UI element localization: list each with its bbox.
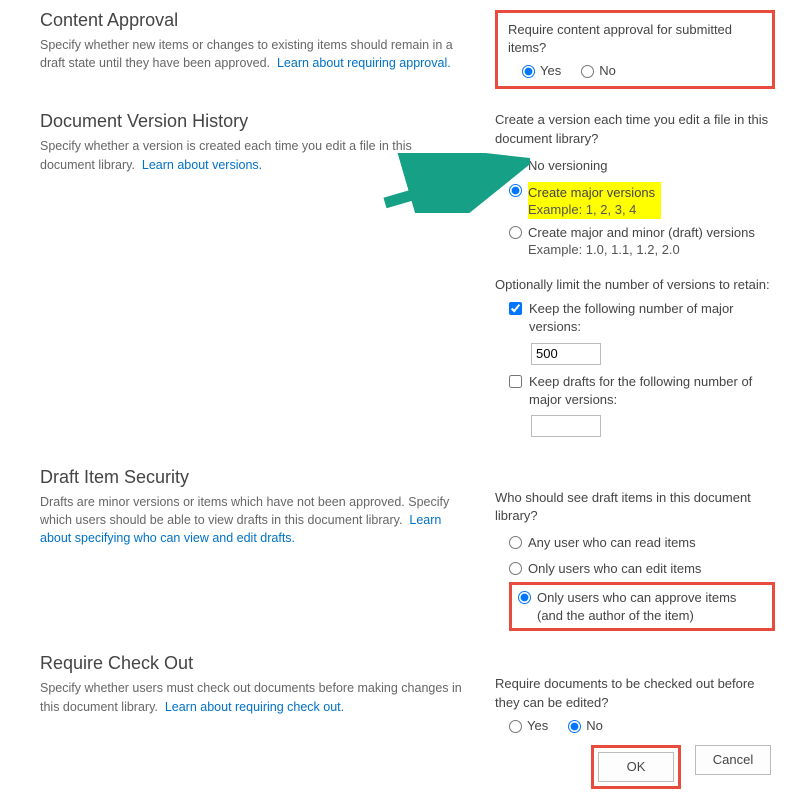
version-history-title: Document Version History bbox=[40, 111, 465, 132]
versioning-none-option[interactable]: No versioning bbox=[509, 154, 775, 178]
cancel-button[interactable]: Cancel bbox=[695, 745, 771, 775]
section-content-approval: Content Approval Specify whether new ite… bbox=[40, 10, 775, 89]
version-history-desc: Specify whether a version is created eac… bbox=[40, 137, 465, 173]
checkout-no-option[interactable]: No bbox=[568, 718, 603, 733]
content-approval-question: Require content approval for submitted i… bbox=[508, 21, 762, 57]
check-out-question: Require documents to be checked out befo… bbox=[495, 675, 775, 711]
keep-draft-row: Keep drafts for the following number of … bbox=[509, 373, 775, 409]
versioning-majorminor-option[interactable]: Create major and minor (draft) versions … bbox=[509, 221, 775, 262]
content-approval-no-radio[interactable] bbox=[581, 65, 594, 78]
versioning-major-option[interactable]: Create major versions Example: 1, 2, 3, … bbox=[509, 179, 775, 219]
versioning-major-radio[interactable] bbox=[509, 184, 522, 197]
draft-any-radio[interactable] bbox=[509, 536, 522, 549]
section-check-out: Require Check Out Specify whether users … bbox=[40, 653, 775, 732]
learn-approval-link[interactable]: Learn about requiring approval. bbox=[277, 56, 451, 70]
content-approval-highlight-box: Require content approval for submitted i… bbox=[495, 10, 775, 89]
keep-draft-input[interactable] bbox=[531, 415, 601, 437]
content-approval-yes-radio[interactable] bbox=[522, 65, 535, 78]
draft-any-option[interactable]: Any user who can read items bbox=[509, 531, 775, 555]
versioning-none-radio[interactable] bbox=[509, 159, 522, 172]
draft-approve-highlight-box: Only users who can approve items (and th… bbox=[509, 582, 775, 631]
draft-security-title: Draft Item Security bbox=[40, 467, 465, 488]
button-row: OK Cancel bbox=[40, 745, 771, 789]
draft-edit-option[interactable]: Only users who can edit items bbox=[509, 557, 775, 581]
versioning-major-highlight: Create major versions Example: 1, 2, 3, … bbox=[528, 182, 661, 219]
versioning-major-wrapper: Create major versions Example: 1, 2, 3, … bbox=[509, 179, 775, 219]
check-out-desc: Specify whether users must check out doc… bbox=[40, 679, 465, 715]
draft-security-question: Who should see draft items in this docum… bbox=[495, 489, 775, 525]
learn-versions-link[interactable]: Learn about versions. bbox=[142, 158, 262, 172]
draft-edit-radio[interactable] bbox=[509, 562, 522, 575]
keep-major-row: Keep the following number of major versi… bbox=[509, 300, 775, 336]
content-approval-yes-option[interactable]: Yes bbox=[522, 63, 561, 78]
ok-highlight-box: OK bbox=[591, 745, 681, 789]
keep-draft-checkbox[interactable] bbox=[509, 375, 522, 388]
draft-approve-radio[interactable] bbox=[518, 591, 531, 604]
learn-checkout-link[interactable]: Learn about requiring check out. bbox=[165, 700, 344, 714]
section-version-history: Document Version History Specify whether… bbox=[40, 111, 775, 445]
content-approval-title: Content Approval bbox=[40, 10, 465, 31]
versioning-majorminor-radio[interactable] bbox=[509, 226, 522, 239]
checkout-no-radio[interactable] bbox=[568, 720, 581, 733]
checkout-yes-option[interactable]: Yes bbox=[509, 718, 548, 733]
keep-major-input[interactable] bbox=[531, 343, 601, 365]
section-draft-security: Draft Item Security Drafts are minor ver… bbox=[40, 467, 775, 632]
version-limit-label: Optionally limit the number of versions … bbox=[495, 276, 775, 294]
draft-security-desc: Drafts are minor versions or items which… bbox=[40, 493, 465, 547]
content-approval-no-option[interactable]: No bbox=[581, 63, 616, 78]
checkout-yes-radio[interactable] bbox=[509, 720, 522, 733]
content-approval-desc: Specify whether new items or changes to … bbox=[40, 36, 465, 72]
keep-major-checkbox[interactable] bbox=[509, 302, 522, 315]
keep-draft-label: Keep drafts for the following number of … bbox=[529, 373, 775, 409]
keep-major-label: Keep the following number of major versi… bbox=[529, 300, 775, 336]
ok-button[interactable]: OK bbox=[598, 752, 674, 782]
version-history-question: Create a version each time you edit a fi… bbox=[495, 111, 775, 147]
check-out-title: Require Check Out bbox=[40, 653, 465, 674]
draft-approve-option[interactable]: Only users who can approve items (and th… bbox=[518, 589, 766, 624]
